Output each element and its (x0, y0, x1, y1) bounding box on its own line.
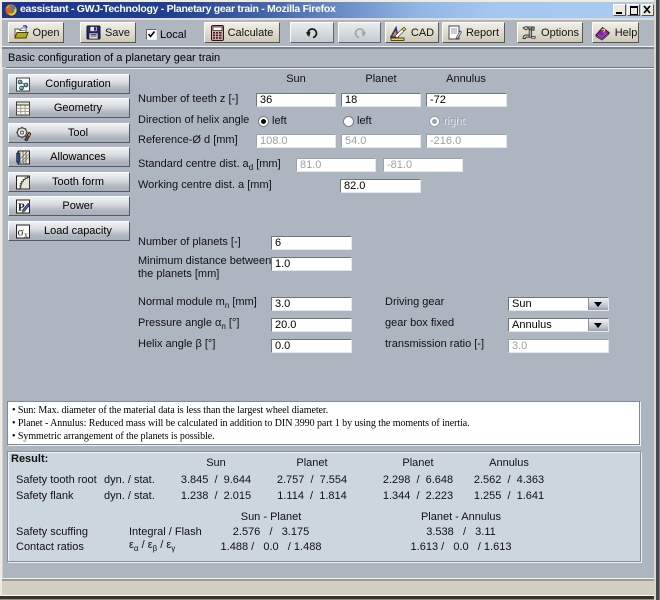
svg-text:x: x (24, 231, 28, 239)
